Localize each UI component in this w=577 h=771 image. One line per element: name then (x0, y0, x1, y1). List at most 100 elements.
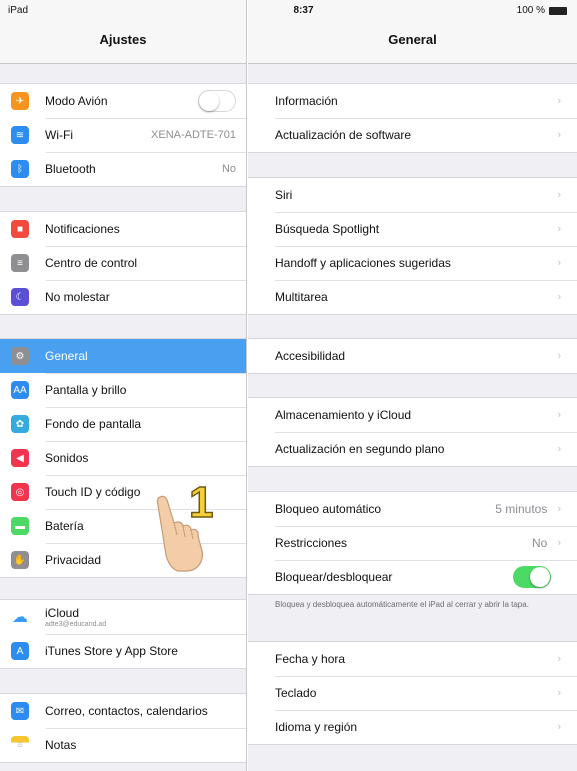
sidebar-item-label: Sonidos (45, 451, 89, 465)
sidebar-title: Ajustes (99, 32, 147, 47)
cloud-icon: ☁ (11, 608, 29, 626)
detail-title: General (388, 32, 437, 47)
sidebar-group: ☁ iCloud adte3@educand.ad AiTunes Store y A… (0, 599, 246, 669)
setting-teclado[interactable]: Teclado › (248, 676, 577, 710)
setting-label: Bloquear/desbloquear (275, 570, 393, 584)
setting-label: Información (275, 94, 338, 108)
sidebar-item-text: iCloud adte3@educand.ad (45, 606, 246, 628)
setting-restricciones[interactable]: Restricciones No › (248, 526, 577, 560)
sound-icon: ◀ (11, 449, 29, 467)
clock: 8:37 (293, 5, 314, 16)
sidebar-item-label: General (45, 349, 88, 363)
chevron-right-icon: › (557, 350, 561, 362)
battery-icon (549, 6, 567, 15)
setting-label: Almacenamiento y iCloud (275, 408, 412, 422)
appstore-icon: A (11, 642, 29, 660)
chevron-right-icon: › (557, 687, 561, 699)
setting-handoff-y-aplicaciones-sugeridas[interactable]: Handoff y aplicaciones sugeridas › (248, 246, 577, 280)
setting-value: 5 minutos (495, 502, 548, 516)
sidebar-item-wi-fi[interactable]: ≋ Wi-Fi XENA-ADTE-701 (0, 118, 246, 152)
sidebar-group: ✉ Correo, contactos, calendarios ≡ Notas (0, 693, 246, 763)
fingerprint-icon: ◎ (11, 483, 29, 501)
sidebar-item-label: Modo Avión (45, 94, 108, 108)
sidebar-item-notas[interactable]: ≡ Notas (0, 728, 246, 762)
wallpaper-icon: ✿ (11, 415, 29, 433)
chevron-right-icon: › (557, 291, 561, 303)
sidebar-item-notificaciones[interactable]: ■ Notificaciones (0, 212, 246, 246)
setting-siri[interactable]: Siri › (248, 178, 577, 212)
chevron-right-icon: › (557, 409, 561, 421)
battery-percent: 100 % (516, 5, 545, 16)
sidebar-item-label: iCloud (45, 606, 80, 620)
sidebar-item-label: Notas (45, 738, 77, 752)
account-email: adte3@educand.ad (45, 621, 107, 628)
wifi-icon: ≋ (11, 126, 29, 144)
sidebar-item-pantalla-y-brillo[interactable]: AA Pantalla y brillo (0, 373, 246, 407)
setting-actualizacion-de-software[interactable]: Actualización de software › (248, 118, 577, 152)
sidebar-item-label: Bluetooth (45, 162, 96, 176)
display-icon: AA (11, 381, 29, 399)
setting-label: Bloqueo automático (275, 502, 382, 516)
setting-label: Búsqueda Spotlight (275, 222, 380, 236)
airplane-icon: ✈ (11, 92, 29, 110)
hand-icon: ✋ (11, 551, 29, 569)
sidebar-item-sonidos[interactable]: ◀ Sonidos (0, 441, 246, 475)
setting-idioma-y-region[interactable]: Idioma y región › (248, 710, 577, 744)
setting-label: Restricciones (275, 536, 348, 550)
status-bar: iPad 8:37 100 % (0, 0, 577, 20)
chevron-right-icon: › (557, 537, 561, 549)
notifications-icon: ■ (11, 220, 29, 238)
sidebar-item-label: Centro de control (45, 256, 138, 270)
sidebar-item-label: No molestar (45, 290, 110, 304)
sidebar-item-itunes-store-y-app-store[interactable]: AiTunes Store y App Store (0, 634, 246, 668)
sidebar-item-centro-de-control[interactable]: ≡ Centro de control (0, 246, 246, 280)
sidebar-item-bluetooth[interactable]: ᛒ Bluetooth No (0, 152, 246, 186)
setting-label: Actualización de software (275, 128, 412, 142)
sidebar-item-value: XENA-ADTE-701 (151, 129, 236, 141)
general-pane: General Información › Actualización de sof… (248, 0, 577, 771)
chevron-right-icon: › (557, 721, 561, 733)
settings-group: Bloqueo automático 5 minutos › Restriccione… (248, 491, 577, 595)
chevron-right-icon: › (557, 503, 561, 515)
setting-label: Accesibilidad (275, 349, 346, 363)
lock-note: Bloquea y desbloquea automáticamente el … (275, 600, 529, 609)
sidebar-item-value: No (221, 163, 236, 175)
setting-label: Multitarea (275, 290, 328, 304)
setting-multitarea[interactable]: Multitarea › (248, 280, 577, 314)
setting-label: Teclado (275, 686, 317, 700)
sidebar-item-modo-avion[interactable]: ✈ Modo Avión (0, 84, 246, 118)
toggle-knob (530, 567, 550, 587)
setting-bloqueo-automatico[interactable]: Bloqueo automático 5 minutos › (248, 492, 577, 526)
setting-almacenamiento-y-icloud[interactable]: Almacenamiento y iCloud › (248, 398, 577, 432)
setting-label: Siri (275, 188, 293, 202)
sidebar-group: ■ Notificaciones ≡ Centro de control ☾ No mol… (0, 211, 246, 315)
sidebar-item-label: Privacidad (45, 553, 102, 567)
sidebar-item-label: iTunes Store y App Store (45, 644, 178, 658)
setting-bloquear-desbloquear[interactable]: Bloquear/desbloquear (248, 560, 577, 594)
sidebar-item-no-molestar[interactable]: ☾ No molestar (0, 280, 246, 314)
sidebar-item-label: Batería (45, 519, 84, 533)
sidebar-item-icloud[interactable]: ☁ iCloud adte3@educand.ad (0, 600, 246, 634)
airplane-mode-toggle[interactable] (198, 90, 236, 112)
setting-label: Fecha y hora (275, 652, 346, 666)
setting-informacion[interactable]: Información › (248, 84, 577, 118)
setting-busqueda-spotlight[interactable]: Búsqueda Spotlight › (248, 212, 577, 246)
setting-actualizacion-en-segundo-plano[interactable]: Actualización en segundo plano › (248, 432, 577, 466)
setting-fecha-y-hora[interactable]: Fecha y hora › (248, 642, 577, 676)
sidebar-item-label: Wi-Fi (45, 128, 73, 142)
sidebar-item-general[interactable]: ⚙ General (0, 339, 246, 373)
notes-icon: ≡ (11, 736, 29, 754)
setting-label: Handoff y aplicaciones sugeridas (275, 256, 451, 270)
settings-group: Accesibilidad › (248, 338, 577, 374)
chevron-right-icon: › (557, 653, 561, 665)
lock-unlock-toggle[interactable] (513, 566, 551, 588)
chevron-right-icon: › (557, 443, 561, 455)
sidebar-item-fondo-de-pantalla[interactable]: ✿ Fondo de pantalla (0, 407, 246, 441)
chevron-right-icon: › (557, 95, 561, 107)
mail-icon: ✉ (11, 702, 29, 720)
sidebar-item-correo-contactos-calendarios[interactable]: ✉ Correo, contactos, calendarios (0, 694, 246, 728)
pointing-hand-icon (156, 495, 203, 572)
setting-accesibilidad[interactable]: Accesibilidad › (248, 339, 577, 373)
sidebar-item-label: Correo, contactos, calendarios (45, 704, 208, 718)
setting-label: Actualización en segundo plano (275, 442, 445, 456)
